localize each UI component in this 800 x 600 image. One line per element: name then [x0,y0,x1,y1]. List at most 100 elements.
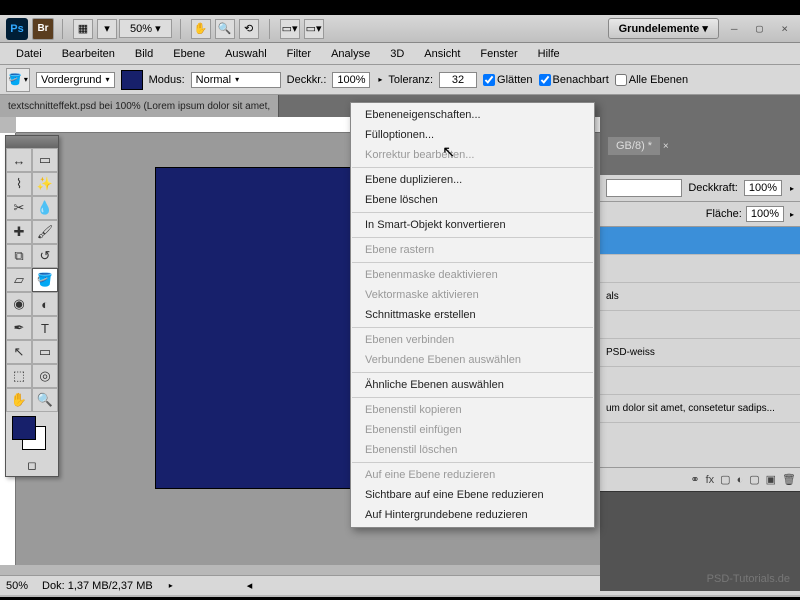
context-menu-item[interactable]: Fülloptionen... [351,125,594,145]
bridge-icon[interactable]: Br [32,18,54,40]
menu-bearbeiten[interactable]: Bearbeiten [52,45,125,63]
new-layer-icon[interactable]: ▣ [766,473,776,486]
stamp-tool[interactable]: ⧉ [6,244,32,268]
workspace-switcher[interactable]: Grundelemente ▾ [608,18,719,39]
layers-opacity-input[interactable]: 100% [744,180,782,196]
screen-mode-icon[interactable]: ▭▾ [304,19,324,39]
context-menu-item[interactable]: Ebene löschen [351,190,594,210]
layers-mode-dropdown[interactable] [606,179,682,197]
context-menu-item[interactable]: Ähnliche Ebenen auswählen [351,375,594,395]
menu-auswahl[interactable]: Auswahl [215,45,277,63]
extras-icon[interactable]: ▾ [97,19,117,39]
layer-row[interactable] [600,367,800,395]
context-menu-item[interactable]: Sichtbare auf eine Ebene reduzieren [351,485,594,505]
dodge-tool[interactable]: ◐ [32,292,58,316]
window-controls[interactable]: – ▢ × [731,22,794,35]
menu-3d[interactable]: 3D [380,45,414,63]
right-panels: GB/8) * × Deckkraft: 100%▸ Fläche: 100%▸… [600,117,800,565]
context-menu-item: Ebenen verbinden [351,330,594,350]
heal-tool[interactable]: ✚ [6,220,32,244]
link-layers-icon[interactable]: ⚭ [690,473,699,486]
hand-tool[interactable]: ✋ [6,388,32,412]
context-menu-item[interactable]: Ebene duplizieren... [351,170,594,190]
layer-row[interactable] [600,255,800,283]
fill-swatch[interactable] [121,70,143,90]
history-brush-tool[interactable]: ↺ [32,244,58,268]
active-tool-icon[interactable]: 🪣▾ [6,68,30,92]
rotate-view-icon[interactable]: ⟲ [239,19,259,39]
shape-tool[interactable]: ▭ [32,340,58,364]
context-menu-item[interactable]: Schnittmaske erstellen [351,305,594,325]
type-tool[interactable]: T [32,316,58,340]
contiguous-checkbox[interactable]: Benachbart [539,74,609,86]
menu-hilfe[interactable]: Hilfe [528,45,570,63]
options-bar: 🪣▾ Vordergrund Modus: Normal Deckkr.: 10… [0,65,800,95]
path-select-tool[interactable]: ↖ [6,340,32,364]
context-menu-item[interactable]: Ebeneneigenschaften... [351,105,594,125]
doc-tab-1[interactable]: textschnitteffekt.psd bei 100% (Lorem ip… [0,95,279,117]
fx-icon[interactable]: fx [706,474,715,486]
tolerance-input[interactable]: 32 [439,72,477,88]
bucket-tool[interactable]: 🪣 [32,268,58,292]
menu-analyse[interactable]: Analyse [321,45,380,63]
antialias-checkbox[interactable]: Glätten [483,74,532,86]
mask-icon[interactable]: ▢ [720,473,730,486]
crop-tool[interactable]: ✂ [6,196,32,220]
zoom-tool[interactable]: 🔍 [32,388,58,412]
all-layers-checkbox[interactable]: Alle Ebenen [615,74,688,86]
eraser-tool[interactable]: ▱ [6,268,32,292]
menu-bild[interactable]: Bild [125,45,163,63]
move-tool[interactable]: ↔ [6,148,32,172]
doc-tab-2[interactable]: GB/8) * [608,137,660,155]
context-menu-item: Ebenenstil löschen [351,440,594,460]
quickmask-toggle[interactable]: ◻ [6,454,58,476]
context-menu-item[interactable]: Auf Hintergrundebene reduzieren [351,505,594,525]
layers-fill-input[interactable]: 100% [746,206,784,222]
hand-tool-icon[interactable]: ✋ [191,19,211,39]
layers-opacity-label: Deckkraft: [688,182,738,194]
layer-context-menu: Ebeneneigenschaften...Fülloptionen...Kor… [350,102,595,528]
marquee-tool[interactable]: ▭ [32,148,58,172]
arrange-docs-icon[interactable]: ▭▾ [280,19,300,39]
trash-icon[interactable]: 🗑 [782,473,796,486]
layer-row[interactable]: um dolor sit amet, consetetur sadips... [600,395,800,423]
blur-tool[interactable]: ◉ [6,292,32,316]
context-menu-item: Ebenenstil kopieren [351,400,594,420]
navigator-panel-head[interactable]: GB/8) * × [600,117,800,175]
titlebar: Ps Br ▦ ▾ 50% ▾ ✋ 🔍 ⟲ ▭▾ ▭▾ Grundelement… [0,15,800,43]
context-menu-item: Auf eine Ebene reduzieren [351,465,594,485]
view-grid-icon[interactable]: ▦ [73,19,93,39]
fill-target-dropdown[interactable]: Vordergrund [36,72,115,88]
eyedropper-tool[interactable]: 💧 [32,196,58,220]
wand-tool[interactable]: ✨ [32,172,58,196]
layer-row[interactable] [600,311,800,339]
layer-row[interactable]: als [600,283,800,311]
toolbox-grip[interactable] [6,136,58,148]
blend-mode-dropdown[interactable]: Normal [191,72,281,88]
folder-icon[interactable]: ▢ [749,473,759,486]
opacity-input[interactable]: 100% [332,72,370,88]
opacity-label: Deckkr.: [287,74,327,86]
pen-tool[interactable]: ✒ [6,316,32,340]
lasso-tool[interactable]: ⌇ [6,172,32,196]
foreground-color[interactable] [12,416,36,440]
menu-fenster[interactable]: Fenster [470,45,527,63]
menu-ansicht[interactable]: Ansicht [414,45,470,63]
menu-filter[interactable]: Filter [277,45,321,63]
layers-list: als PSD-weiss um dolor sit amet, consete… [600,227,800,467]
zoom-tool-icon[interactable]: 🔍 [215,19,235,39]
brush-tool[interactable]: 🖌 [32,220,58,244]
layer-row[interactable]: PSD-weiss [600,339,800,367]
context-menu-item: Ebenenmaske deaktivieren [351,265,594,285]
layer-row[interactable] [600,227,800,255]
context-menu-item[interactable]: In Smart-Objekt konvertieren [351,215,594,235]
3d-tool[interactable]: ⬚ [6,364,32,388]
menu-datei[interactable]: Datei [6,45,52,63]
status-zoom[interactable]: 50% [6,580,28,592]
menu-ebene[interactable]: Ebene [163,45,215,63]
mode-label: Modus: [149,74,185,86]
3d-camera-tool[interactable]: ◎ [32,364,58,388]
color-swatches [6,412,58,454]
adjustment-icon[interactable]: ◐ [737,474,744,486]
zoom-display[interactable]: 50% ▾ [119,19,172,38]
